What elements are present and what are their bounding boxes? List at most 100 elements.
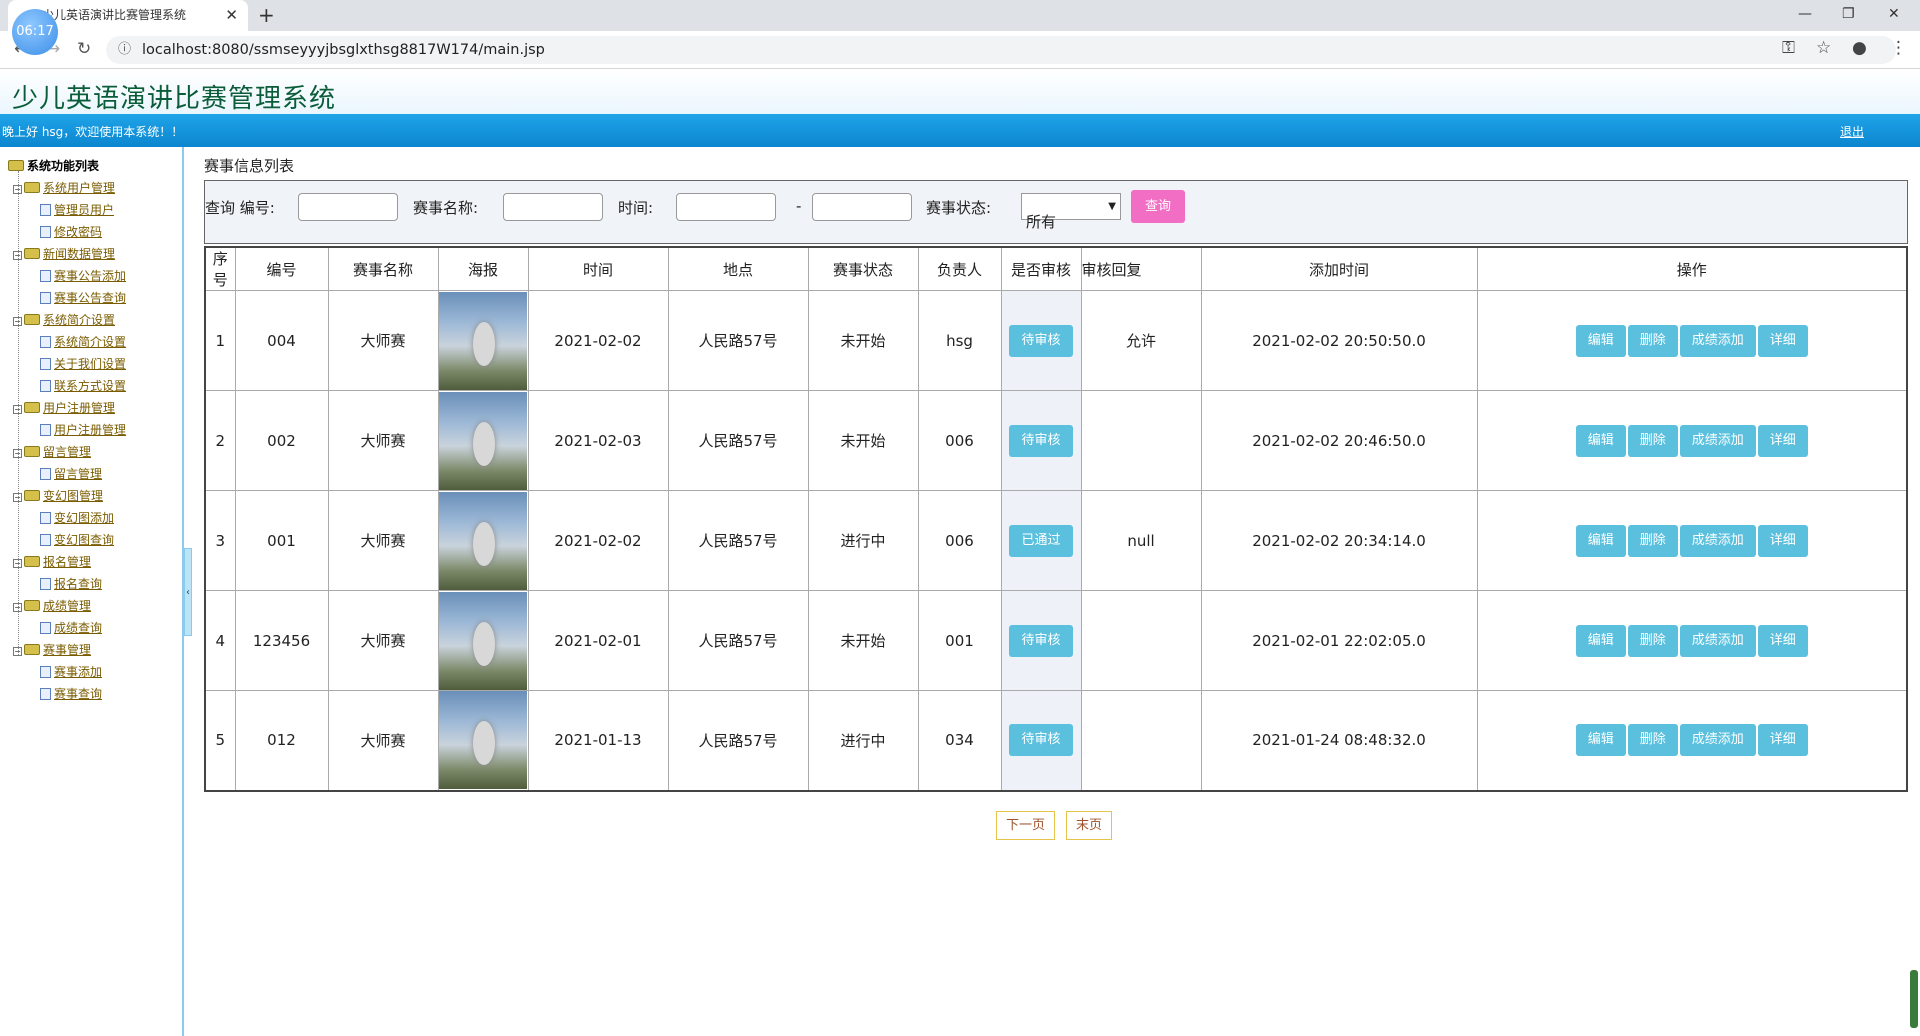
sidebar-item-intro-settings[interactable]: 系统简介设置	[40, 333, 126, 350]
audit-status-button[interactable]: 待审核	[1009, 324, 1073, 357]
time-start-input[interactable]	[676, 193, 776, 221]
code-input[interactable]	[298, 193, 398, 221]
add-score-button[interactable]: 成绩添加	[1679, 724, 1756, 757]
delete-button[interactable]: 删除	[1627, 624, 1678, 657]
sidebar-item-event-add[interactable]: 赛事添加	[40, 663, 102, 680]
folder-icon	[24, 556, 40, 567]
query-button[interactable]: 查询	[1131, 190, 1185, 223]
document-icon	[40, 688, 51, 700]
poster-image[interactable]	[439, 291, 527, 390]
sidebar-item-score-query[interactable]: 成绩查询	[40, 619, 102, 636]
edit-button[interactable]: 编辑	[1575, 624, 1626, 657]
sidebar-item-registration[interactable]: 用户注册管理	[40, 421, 126, 438]
column-header: 时间	[527, 246, 669, 291]
sidebar-item-event-query[interactable]: 赛事查询	[40, 685, 102, 702]
sidebar-group-scores[interactable]: − 成绩管理	[13, 597, 91, 614]
add-score-button[interactable]: 成绩添加	[1679, 624, 1756, 657]
delete-button[interactable]: 删除	[1627, 324, 1678, 357]
sidebar-group-news[interactable]: − 新闻数据管理	[13, 245, 115, 262]
edit-button[interactable]: 编辑	[1575, 524, 1626, 557]
detail-button[interactable]: 详细	[1757, 324, 1808, 357]
detail-button[interactable]: 详细	[1757, 424, 1808, 457]
poster-image[interactable]	[439, 691, 527, 790]
sidebar-item-messages[interactable]: 留言管理	[40, 465, 102, 482]
cell-status: 进行中	[807, 490, 919, 591]
restore-icon[interactable]: ❐	[1842, 0, 1855, 31]
sidebar-item-carousel-query[interactable]: 变幻图查询	[40, 531, 114, 548]
delete-button[interactable]: 删除	[1627, 724, 1678, 757]
sidebar-group-intro[interactable]: − 系统简介设置	[13, 311, 115, 328]
sidebar-group-messages[interactable]: − 留言管理	[13, 443, 91, 460]
column-header: 负责人	[917, 246, 1002, 291]
sidebar-item-about-settings[interactable]: 关于我们设置	[40, 355, 126, 372]
address-bar: ← → ↻ ⓘ localhost:8080/ssmseyyyjbsglxths…	[0, 31, 1920, 69]
new-tab-icon[interactable]: +	[258, 0, 275, 31]
item-label: 系统简介设置	[54, 335, 127, 349]
sidebar-group-carousel[interactable]: − 变幻图管理	[13, 487, 103, 504]
cell-seq: 2	[204, 390, 236, 491]
time-end-input[interactable]	[812, 193, 912, 221]
bookmark-star-icon[interactable]: ☆	[1816, 38, 1831, 58]
edit-button[interactable]: 编辑	[1575, 424, 1626, 457]
sidebar-item-carousel-add[interactable]: 变幻图添加	[40, 509, 114, 526]
key-icon[interactable]: ⚿	[1782, 38, 1795, 58]
logout-link[interactable]: 退出	[1840, 123, 1864, 140]
sidebar-group-signup[interactable]: − 报名管理	[13, 553, 91, 570]
url-field[interactable]: ⓘ localhost:8080/ssmseyyyjbsglxthsg8817W…	[106, 36, 1896, 64]
menu-icon[interactable]: ⋮	[1890, 38, 1907, 58]
delete-button[interactable]: 删除	[1627, 524, 1678, 557]
poster-image[interactable]	[439, 591, 527, 690]
cell-name: 大师赛	[327, 690, 439, 791]
poster-image[interactable]	[439, 391, 527, 490]
document-icon	[40, 270, 51, 282]
site-info-icon[interactable]: ⓘ	[118, 36, 131, 64]
column-header: 是否审核	[1000, 246, 1082, 291]
cell-name: 大师赛	[327, 390, 439, 491]
cell-added: 2021-02-02 20:46:50.0	[1200, 390, 1478, 491]
item-label: 变幻图查询	[54, 533, 115, 547]
audit-status-button[interactable]: 待审核	[1009, 724, 1073, 757]
sidebar-item-admin-users[interactable]: 管理员用户	[40, 201, 114, 218]
sidebar-group-registration[interactable]: − 用户注册管理	[13, 399, 115, 416]
last-page-button[interactable]: 末页	[1066, 811, 1113, 840]
sidebar-group-events[interactable]: − 赛事管理	[13, 641, 91, 658]
profile-icon[interactable]: ●	[1852, 38, 1867, 58]
sidebar-collapse-handle[interactable]: ‹	[184, 548, 192, 636]
poster-cell	[437, 590, 529, 691]
cell-added: 2021-02-02 20:50:50.0	[1200, 290, 1478, 391]
reload-icon[interactable]: ↻	[77, 39, 91, 59]
detail-button[interactable]: 详细	[1757, 724, 1808, 757]
window-close-icon[interactable]: ✕	[1888, 0, 1900, 31]
greeting-text: 晚上好 hsg，欢迎使用本系统！！	[2, 125, 184, 139]
audit-status-button[interactable]: 已通过	[1009, 524, 1073, 557]
status-select[interactable]: 所有 ▼	[1021, 193, 1121, 231]
close-tab-icon[interactable]: ✕	[225, 0, 238, 31]
event-name-input[interactable]	[503, 193, 603, 221]
cell-added: 2021-02-01 22:02:05.0	[1200, 590, 1478, 691]
audit-status-button[interactable]: 待审核	[1009, 424, 1073, 457]
column-header: 赛事名称	[327, 246, 439, 291]
sidebar-item-signup-query[interactable]: 报名查询	[40, 575, 102, 592]
edit-button[interactable]: 编辑	[1575, 724, 1626, 757]
edit-button[interactable]: 编辑	[1575, 324, 1626, 357]
sidebar-item-notice-query[interactable]: 赛事公告查询	[40, 289, 126, 306]
add-score-button[interactable]: 成绩添加	[1679, 324, 1756, 357]
add-score-button[interactable]: 成绩添加	[1679, 424, 1756, 457]
add-score-button[interactable]: 成绩添加	[1679, 524, 1756, 557]
detail-button[interactable]: 详细	[1757, 524, 1808, 557]
group-label: 系统用户管理	[43, 181, 116, 195]
delete-button[interactable]: 删除	[1627, 424, 1678, 457]
next-page-button[interactable]: 下一页	[996, 811, 1056, 840]
minimize-icon[interactable]: —	[1798, 0, 1812, 31]
events-table: 序号 编号 赛事名称 海报 时间 地点 赛事状态 负责人 是否审核 审核回复 添…	[204, 246, 1908, 792]
cell-owner: 034	[917, 690, 1002, 791]
sidebar-item-change-password[interactable]: 修改密码	[40, 223, 102, 240]
scrollbar-thumb[interactable]	[1910, 970, 1918, 1028]
audit-status-button[interactable]: 待审核	[1009, 624, 1073, 657]
sidebar-item-contact-settings[interactable]: 联系方式设置	[40, 377, 126, 394]
sidebar-item-notice-add[interactable]: 赛事公告添加	[40, 267, 126, 284]
detail-button[interactable]: 详细	[1757, 624, 1808, 657]
sidebar-group-system-users[interactable]: − 系统用户管理	[13, 179, 115, 196]
cell-code: 001	[234, 490, 329, 591]
poster-image[interactable]	[439, 491, 527, 590]
